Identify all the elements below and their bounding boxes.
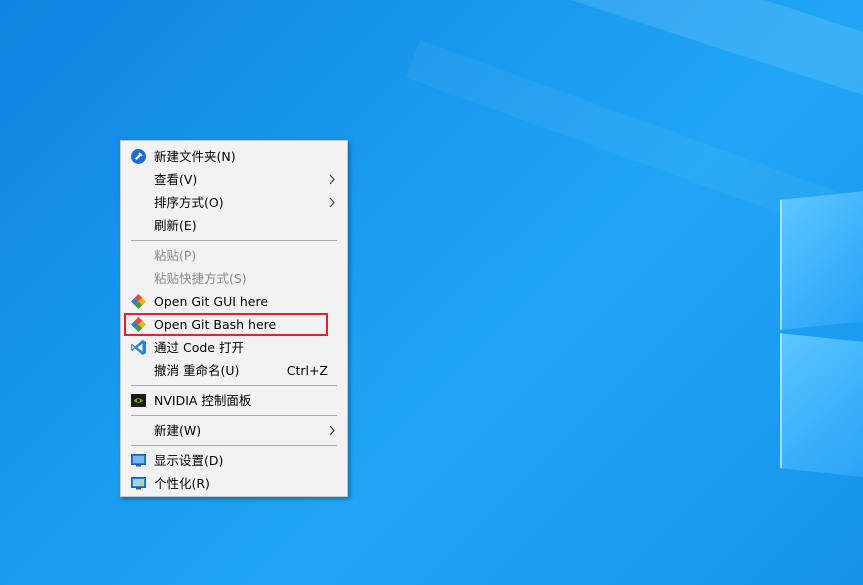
menu-item-open-git-gui[interactable]: Open Git GUI here — [121, 290, 347, 313]
windows-logo-pane — [780, 190, 863, 330]
menu-item-label: 查看(V) — [154, 172, 198, 187]
menu-item-label: 粘贴快捷方式(S) — [154, 271, 247, 286]
menu-item-label: Open Git Bash here — [154, 317, 277, 332]
menu-separator — [131, 445, 337, 446]
menu-separator — [131, 385, 337, 386]
menu-item-paste[interactable]: 粘贴(P) — [121, 244, 347, 267]
menu-item-label: 排序方式(O) — [154, 195, 224, 210]
menu-item-label: 显示设置(D) — [154, 453, 224, 468]
menu-item-label: 新建文件夹(N) — [154, 149, 236, 164]
menu-item-personalize[interactable]: 个性化(R) — [121, 472, 347, 495]
menu-item-open-with-code[interactable]: 通过 Code 打开 — [121, 336, 347, 359]
new-folder-icon — [131, 149, 146, 164]
menu-item-label: 新建(W) — [154, 423, 202, 438]
menu-item-shortcut: Ctrl+Z — [286, 363, 328, 378]
menu-item-label: 通过 Code 打开 — [154, 340, 244, 355]
menu-item-label: 粘贴(P) — [154, 248, 197, 263]
chevron-right-icon — [329, 197, 335, 208]
personalize-icon — [131, 477, 146, 490]
menu-separator — [131, 415, 337, 416]
git-icon — [131, 317, 146, 332]
menu-item-sort-by[interactable]: 排序方式(O) — [121, 191, 347, 214]
menu-item-label: 个性化(R) — [154, 476, 210, 491]
menu-item-paste-shortcut[interactable]: 粘贴快捷方式(S) — [121, 267, 347, 290]
git-icon — [131, 294, 146, 309]
chevron-right-icon — [329, 425, 335, 436]
menu-separator — [131, 240, 337, 241]
desktop-context-menu: 新建文件夹(N) 查看(V) 排序方式(O) 刷新(E) 粘贴(P) 粘贴快捷方… — [120, 140, 348, 497]
nvidia-icon — [131, 394, 146, 407]
menu-item-undo-rename[interactable]: 撤消 重命名(U) Ctrl+Z — [121, 359, 347, 382]
display-settings-icon — [131, 454, 146, 467]
menu-item-display-settings[interactable]: 显示设置(D) — [121, 449, 347, 472]
menu-item-view[interactable]: 查看(V) — [121, 168, 347, 191]
windows-logo-pane — [780, 333, 863, 478]
chevron-right-icon — [329, 174, 335, 185]
menu-item-label: 刷新(E) — [154, 218, 197, 233]
menu-item-open-git-bash[interactable]: Open Git Bash here — [121, 313, 347, 336]
menu-item-new-folder[interactable]: 新建文件夹(N) — [121, 145, 347, 168]
menu-item-nvidia-control-panel[interactable]: NVIDIA 控制面板 — [121, 389, 347, 412]
menu-item-label: Open Git GUI here — [154, 294, 269, 309]
menu-item-refresh[interactable]: 刷新(E) — [121, 214, 347, 237]
menu-item-label: NVIDIA 控制面板 — [154, 393, 252, 408]
menu-item-label: 撤消 重命名(U) — [154, 363, 240, 378]
menu-item-new[interactable]: 新建(W) — [121, 419, 347, 442]
vscode-icon — [131, 340, 146, 355]
